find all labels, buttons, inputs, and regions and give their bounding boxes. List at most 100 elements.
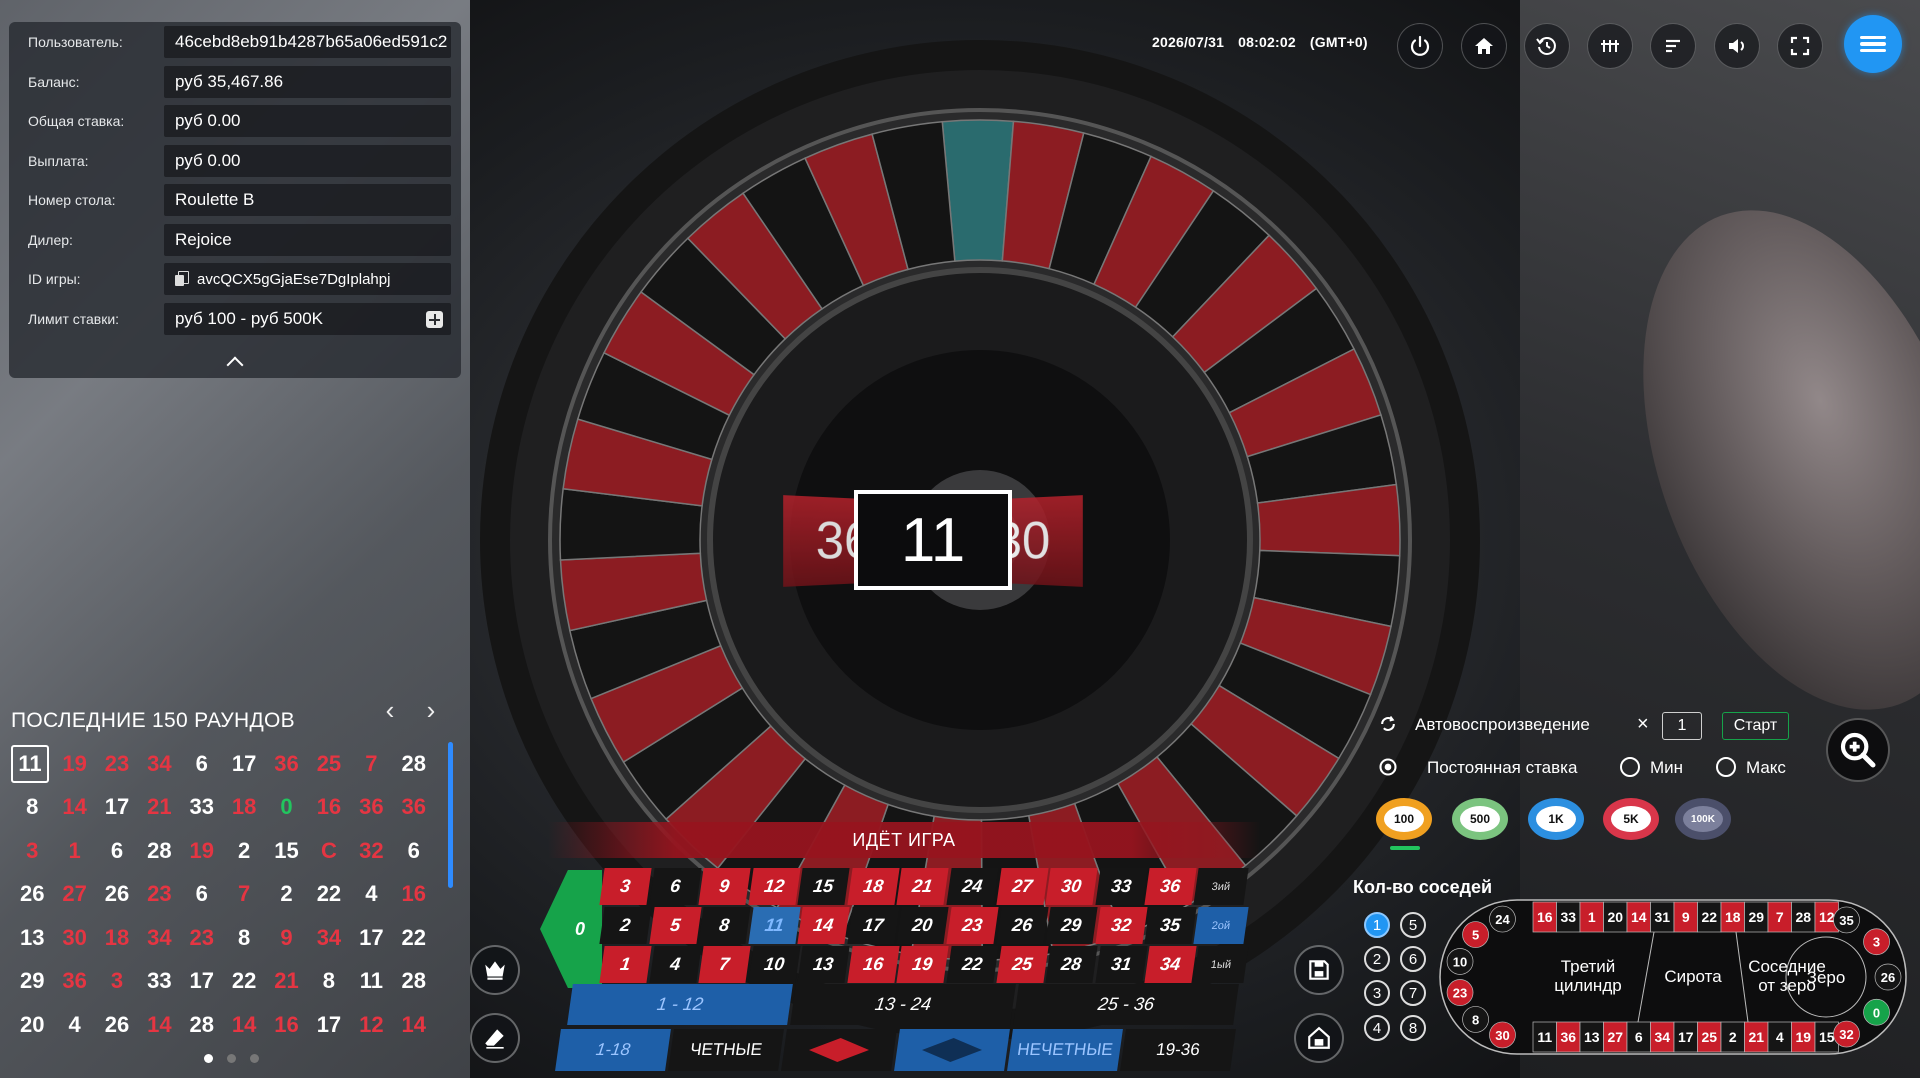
bet-number[interactable]: 22 [946, 946, 998, 983]
racetrack-number[interactable]: 24 [1489, 906, 1515, 932]
bet-number[interactable]: 6 [649, 868, 701, 905]
bet-number[interactable]: 24 [946, 868, 998, 905]
bet-number[interactable]: 7 [699, 946, 751, 983]
bet-low[interactable]: 1-18 [555, 1029, 671, 1071]
pager-dot[interactable] [250, 1054, 259, 1063]
racetrack-number[interactable]: 30 [1489, 1022, 1515, 1048]
history-prev-button[interactable]: ‹ [380, 698, 400, 722]
bet-number[interactable]: 16 [847, 946, 899, 983]
max-radio[interactable] [1716, 757, 1736, 777]
racetrack-number[interactable]: 31 [1651, 902, 1675, 932]
racetrack-number[interactable]: 0 [1864, 999, 1890, 1025]
bet-number[interactable]: 19 [897, 946, 949, 983]
collapse-panel-button[interactable] [9, 346, 461, 378]
bet-number[interactable]: 28 [1046, 946, 1098, 983]
bet-number[interactable]: 12 [748, 868, 800, 905]
racetrack-number[interactable]: 3 [1864, 929, 1890, 955]
racetrack-number[interactable]: 35 [1834, 907, 1860, 933]
section-zero[interactable]: Зеро [1807, 968, 1846, 987]
racetrack-number[interactable]: 16 [1533, 902, 1557, 932]
neighbor-option[interactable]: 6 [1400, 946, 1426, 972]
menu-button[interactable] [1844, 15, 1902, 73]
autoplay-count-input[interactable]: 1 [1662, 712, 1702, 740]
autoplay-start-button[interactable]: Старт [1722, 712, 1789, 740]
bet-number[interactable]: 29 [1046, 907, 1098, 944]
racetrack-number[interactable]: 8 [1463, 1006, 1489, 1032]
racetrack-number[interactable]: 5 [1463, 922, 1489, 948]
bet-number[interactable]: 14 [798, 907, 850, 944]
column-bet-2[interactable]: 2ой [1193, 907, 1248, 944]
racetrack-number[interactable]: 27 [1604, 1022, 1628, 1052]
neighbor-option[interactable]: 7 [1400, 980, 1426, 1006]
bet-red[interactable] [781, 1029, 897, 1071]
plus-icon[interactable] [426, 311, 443, 328]
home-button[interactable] [1461, 23, 1507, 69]
dozen-2[interactable]: 13 - 24 [790, 984, 1016, 1025]
racetrack-number[interactable]: 19 [1792, 1022, 1816, 1052]
bet-black[interactable] [894, 1029, 1010, 1071]
stats-button[interactable] [1650, 23, 1696, 69]
bet-number[interactable]: 21 [897, 868, 949, 905]
racetrack-number[interactable]: 25 [1698, 1022, 1722, 1052]
bet-number[interactable]: 17 [847, 907, 899, 944]
zoom-button[interactable] [1826, 718, 1890, 782]
clear-bets-button[interactable] [470, 1013, 520, 1063]
racetrack-number[interactable]: 7 [1768, 902, 1792, 932]
neighbor-option[interactable]: 5 [1400, 912, 1426, 938]
racetrack-number[interactable]: 23 [1447, 980, 1473, 1006]
racetrack-number[interactable]: 21 [1745, 1022, 1769, 1052]
bet-number[interactable]: 30 [1046, 868, 1098, 905]
racetrack-number[interactable]: 6 [1627, 1022, 1651, 1052]
dozen-3[interactable]: 25 - 36 [1013, 984, 1239, 1025]
section-orphelins[interactable]: Сирота [1664, 967, 1722, 986]
neighbor-option[interactable]: 2 [1364, 946, 1390, 972]
column-bet-1[interactable]: 1ый [1193, 946, 1248, 983]
vip-button[interactable] [470, 945, 520, 995]
chip-100[interactable]: 100 [1376, 798, 1432, 840]
racetrack-number[interactable]: 34 [1651, 1022, 1675, 1052]
pager-dot[interactable] [227, 1054, 236, 1063]
bet-number[interactable]: 9 [699, 868, 751, 905]
power-button[interactable] [1397, 23, 1443, 69]
racetrack-number[interactable]: 36 [1557, 1022, 1581, 1052]
racetrack-number[interactable]: 11 [1533, 1022, 1557, 1052]
bet-number[interactable]: 32 [1095, 907, 1147, 944]
bet-number[interactable]: 5 [649, 907, 701, 944]
bet-number[interactable]: 2 [599, 907, 651, 944]
racetrack-number[interactable]: 22 [1698, 902, 1722, 932]
bet-number[interactable]: 10 [748, 946, 800, 983]
save-bets-button[interactable] [1294, 945, 1344, 995]
chip-1k[interactable]: 1K [1528, 798, 1584, 840]
min-radio[interactable] [1620, 757, 1640, 777]
racetrack-number[interactable]: 28 [1792, 902, 1816, 932]
racetrack-number[interactable]: 18 [1721, 902, 1745, 932]
racetrack-number[interactable]: 33 [1557, 902, 1581, 932]
bet-number[interactable]: 18 [847, 868, 899, 905]
history-next-button[interactable]: › [421, 698, 441, 722]
racetrack-number[interactable]: 20 [1604, 902, 1628, 932]
bet-number[interactable]: 26 [996, 907, 1048, 944]
chip-5k[interactable]: 5K [1603, 798, 1659, 840]
copy-icon[interactable] [175, 271, 189, 287]
bet-number[interactable]: 34 [1145, 946, 1197, 983]
racetrack-number[interactable]: 13 [1580, 1022, 1604, 1052]
bet-zero[interactable]: 0 [540, 870, 602, 988]
bet-number[interactable]: 3 [599, 868, 651, 905]
racetrack-number[interactable]: 32 [1834, 1021, 1860, 1047]
column-bet-3[interactable]: 3ий [1193, 868, 1248, 905]
history-scrollbar[interactable] [448, 742, 453, 888]
racetrack-number[interactable]: 2 [1721, 1022, 1745, 1052]
bet-number[interactable]: 15 [798, 868, 850, 905]
neighbor-option[interactable]: 1 [1364, 912, 1390, 938]
neighbor-option[interactable]: 8 [1400, 1015, 1426, 1041]
chip-500[interactable]: 500 [1452, 798, 1508, 840]
saved-bets-button[interactable] [1294, 1013, 1344, 1063]
bet-number[interactable]: 4 [649, 946, 701, 983]
bet-number[interactable]: 8 [699, 907, 751, 944]
neighbor-option[interactable]: 3 [1364, 980, 1390, 1006]
bet-number[interactable]: 31 [1095, 946, 1147, 983]
sound-button[interactable] [1714, 23, 1760, 69]
neighbor-option[interactable]: 4 [1364, 1015, 1390, 1041]
racetrack-number[interactable]: 10 [1447, 948, 1473, 974]
racetrack-number[interactable]: 9 [1674, 902, 1698, 932]
